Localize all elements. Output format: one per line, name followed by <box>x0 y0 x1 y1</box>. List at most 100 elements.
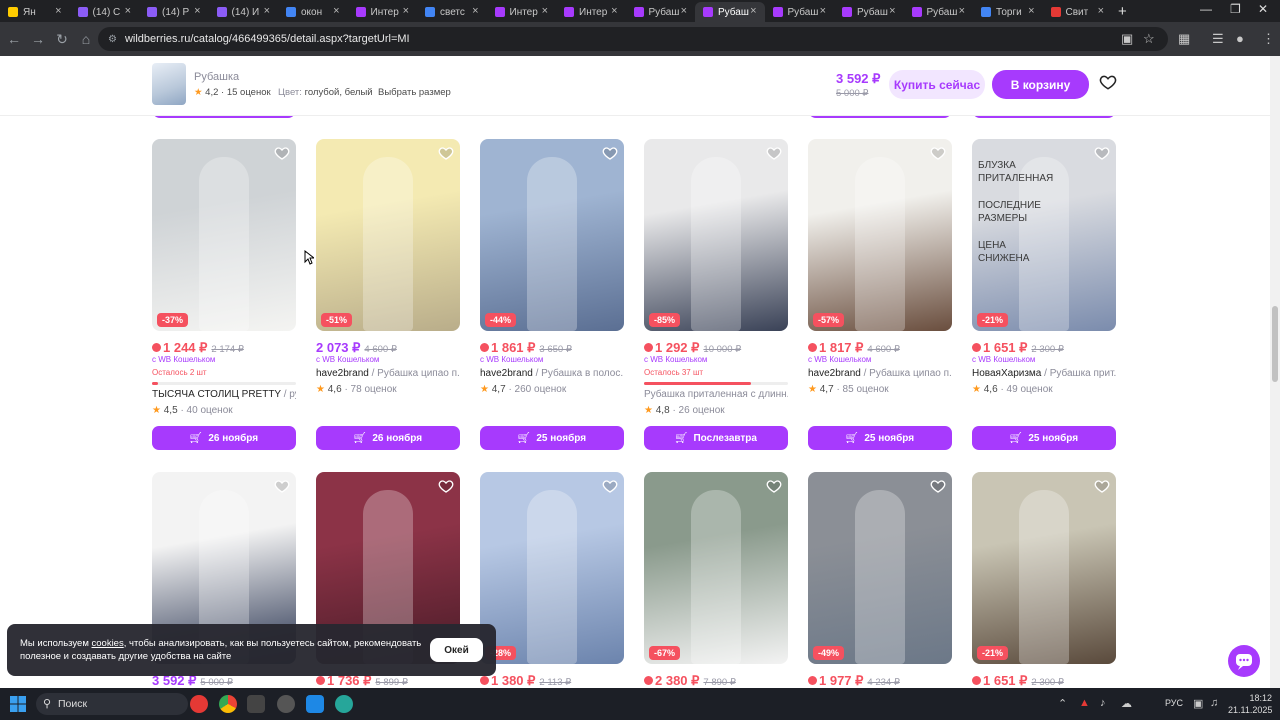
tab-close-icon[interactable]: × <box>889 5 895 17</box>
tab-close-icon[interactable]: × <box>1098 5 1104 17</box>
product-image[interactable]: -21% <box>972 472 1116 664</box>
cookie-ok-button[interactable]: Окей <box>430 638 483 662</box>
product-image[interactable]: БЛУЗКА ПРИТАЛЕННАЯ ПОСЛЕДНИЕ РАЗМЕРЫ ЦЕНА СНИ… <box>972 139 1116 331</box>
product-rating[interactable]: ★ 4,2 · 15 оценок <box>194 87 271 98</box>
browser-tab[interactable]: (14) И × <box>209 2 279 22</box>
tab-close-icon[interactable]: × <box>55 5 61 17</box>
browser-tab[interactable]: (14) С × <box>70 2 140 22</box>
speaker-icon[interactable]: ♪ <box>1100 697 1106 709</box>
tab-close-icon[interactable]: × <box>194 5 200 17</box>
product-image[interactable]: -28% <box>480 472 624 664</box>
product-image[interactable]: -57% <box>808 139 952 331</box>
home-icon[interactable]: ⌂ <box>74 31 98 47</box>
reload-icon[interactable]: ↻ <box>50 31 74 48</box>
add-to-cart-button[interactable]: 🛒 26 ноября <box>152 426 296 450</box>
url-bar[interactable]: ⚙ wildberries.ru/catalog/466499365/detai… <box>98 27 1168 51</box>
site-info-icon[interactable]: ⚙ <box>108 34 117 45</box>
bookmark-star-icon[interactable]: ☆ <box>1143 31 1155 47</box>
product-thumbnail[interactable] <box>152 63 186 105</box>
page-scrollbar[interactable] <box>1270 56 1280 688</box>
product-name[interactable]: have2brand / Рубашка в полос... <box>480 368 624 379</box>
browser-tab[interactable]: Рубаш × <box>765 2 835 22</box>
tab-close-icon[interactable]: × <box>750 5 756 17</box>
product-name[interactable]: have2brand / Рубашка ципао п... <box>808 368 952 379</box>
browser-tab[interactable]: Интер × <box>348 2 418 22</box>
product-image[interactable]: -51% <box>316 139 460 331</box>
language-indicator[interactable]: РУС <box>1165 698 1183 708</box>
tab-close-icon[interactable]: × <box>403 5 409 17</box>
tab-close-icon[interactable]: × <box>472 5 478 17</box>
tab-close-icon[interactable]: × <box>820 5 826 17</box>
settings-app-icon[interactable] <box>277 695 295 713</box>
browser-tab[interactable]: Рубаш × <box>904 2 974 22</box>
tab-close-icon[interactable]: × <box>611 5 617 17</box>
tab-close-icon[interactable]: × <box>125 5 131 17</box>
back-icon[interactable]: ← <box>2 31 26 47</box>
new-tab-icon[interactable]: + <box>1118 3 1136 20</box>
browser-tab[interactable]: Рубаш × <box>834 2 904 22</box>
browser-tab[interactable]: Торги × <box>973 2 1043 22</box>
favorite-heart-icon[interactable] <box>766 145 782 161</box>
favorite-heart-icon[interactable] <box>602 145 618 161</box>
menu-kebab-icon[interactable]: ⋮ <box>1262 31 1275 47</box>
favorite-heart-icon[interactable] <box>930 478 946 494</box>
browser-tab[interactable]: Ян × <box>0 2 70 22</box>
yandex-browser-icon[interactable] <box>190 695 208 713</box>
chrome-icon[interactable] <box>219 695 237 713</box>
system-clock[interactable]: 18:12 21.11.2025 <box>1228 692 1272 716</box>
browser-tab[interactable]: Рубаш × <box>695 2 765 22</box>
network-icon[interactable]: ▣ <box>1193 697 1203 710</box>
add-to-cart-button[interactable]: 🛒 25 ноября <box>972 426 1116 450</box>
buy-now-button[interactable]: Купить сейчас <box>889 70 985 99</box>
add-to-cart-button[interactable]: 🛒 26 ноября <box>316 426 460 450</box>
cloud-icon[interactable]: ☁ <box>1121 697 1132 710</box>
profile-avatar-icon[interactable]: ● <box>1236 31 1244 46</box>
windows-start-icon[interactable] <box>10 696 26 712</box>
vscode-icon[interactable] <box>306 695 324 713</box>
favorite-heart-icon[interactable] <box>1099 73 1117 91</box>
favorite-heart-icon[interactable] <box>766 478 782 494</box>
tab-close-icon[interactable]: × <box>264 5 270 17</box>
product-image[interactable]: -85% <box>644 139 788 331</box>
browser-tab[interactable]: Интер × <box>556 2 626 22</box>
maximize-icon[interactable]: ❐ <box>1230 2 1241 16</box>
media-icon[interactable]: ☰ <box>1212 31 1224 47</box>
add-to-cart-button[interactable]: В корзину <box>992 70 1089 99</box>
favorite-heart-icon[interactable] <box>930 145 946 161</box>
add-to-cart-button[interactable]: 🛒 25 ноября <box>480 426 624 450</box>
product-image[interactable]: -44% <box>480 139 624 331</box>
product-name[interactable]: ТЫСЯЧА СТОЛИЦ PRETTY / ру... <box>152 389 296 400</box>
browser-tab[interactable]: Интер × <box>487 2 557 22</box>
tab-close-icon[interactable]: × <box>681 5 687 17</box>
tray-overflow-icon[interactable]: ⌃ <box>1058 697 1067 710</box>
extensions-icon[interactable]: ▦ <box>1178 31 1190 47</box>
product-name[interactable]: have2brand / Рубашка ципао п... <box>316 368 460 379</box>
favorite-heart-icon[interactable] <box>1094 145 1110 161</box>
favorite-heart-icon[interactable] <box>602 478 618 494</box>
stack-app-icon[interactable] <box>247 695 265 713</box>
favorite-heart-icon[interactable] <box>274 145 290 161</box>
browser-tab[interactable]: Свит × <box>1043 2 1113 22</box>
tray-app-icon[interactable]: ▲ <box>1079 697 1090 709</box>
favorite-heart-icon[interactable] <box>438 145 454 161</box>
add-to-cart-button[interactable]: 🛒 Послезавтра <box>644 426 788 450</box>
browser-tab[interactable]: окон × <box>278 2 348 22</box>
add-to-cart-button[interactable]: 🛒 25 ноября <box>808 426 952 450</box>
favorite-heart-icon[interactable] <box>274 478 290 494</box>
product-image[interactable]: -37% <box>152 139 296 331</box>
volume-icon[interactable]: ♫ <box>1210 697 1218 709</box>
tab-close-icon[interactable]: × <box>1028 5 1034 17</box>
tab-close-icon[interactable]: × <box>542 5 548 17</box>
favorite-heart-icon[interactable] <box>1094 478 1110 494</box>
favorite-heart-icon[interactable] <box>438 478 454 494</box>
cookies-link[interactable]: cookies <box>92 638 124 649</box>
taskbar-search[interactable]: ⚲ Поиск <box>36 693 188 715</box>
cast-icon[interactable]: ▣ <box>1121 31 1133 47</box>
scrollbar-thumb[interactable] <box>1272 306 1278 382</box>
product-image[interactable]: -67% <box>644 472 788 664</box>
browser-tab[interactable]: светс × <box>417 2 487 22</box>
close-window-icon[interactable]: ✕ <box>1258 2 1268 16</box>
forward-icon[interactable]: → <box>26 31 50 47</box>
browser-tab[interactable]: (14) Р × <box>139 2 209 22</box>
minimize-icon[interactable]: — <box>1200 2 1212 16</box>
